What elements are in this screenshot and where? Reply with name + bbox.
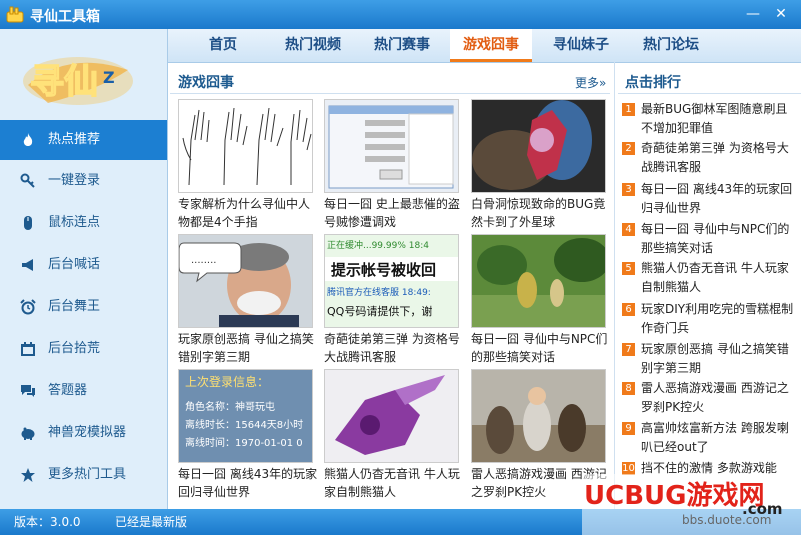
rank-number: 3 bbox=[622, 183, 635, 196]
svg-text:寻仙: 寻仙 bbox=[30, 62, 98, 102]
rank-text[interactable]: 奇葩徒弟第三弹 为资格号大战腾讯客服 bbox=[641, 139, 797, 177]
svg-text:........: ........ bbox=[191, 255, 216, 266]
svg-text:离线时长：15644天8小时: 离线时长：15644天8小时 bbox=[185, 418, 303, 431]
rank-text[interactable]: 高富帅炫富新方法 跨服发喇叭已经out了 bbox=[641, 419, 797, 457]
card-caption[interactable]: 熊猫人仍杳无音讯 牛人玩家自制熊猫人 bbox=[324, 465, 464, 501]
window-title: 寻仙工具箱 bbox=[30, 9, 100, 25]
card-caption[interactable]: 每日一囧 寻仙中与NPC们的那些搞笑对话 bbox=[471, 330, 611, 366]
sidebar-item-label: 一键登录 bbox=[48, 173, 101, 188]
sidebar-item-label: 更多热门工具 bbox=[48, 467, 127, 482]
card-caption[interactable]: 玩家原创恶搞 寻仙之搞笑错别字第三期 bbox=[178, 330, 318, 366]
tab-hot-videos[interactable]: 热门视频 bbox=[272, 29, 354, 62]
card-thumbnail[interactable]: 上次登录信息： 角色名称：神哥玩屯 离线时长：15644天8小时 离线时间：19… bbox=[178, 369, 313, 463]
close-button[interactable]: ✕ bbox=[770, 4, 792, 24]
card-thumbnail[interactable] bbox=[471, 234, 606, 328]
sidebar-item-login[interactable]: 一键登录 bbox=[0, 161, 167, 201]
card-caption[interactable]: 专家解析为什么寻仙中人物都是4个手指 bbox=[178, 195, 318, 231]
tab-girls[interactable]: 寻仙妹子 bbox=[540, 29, 622, 62]
svg-text:提示帐号被收回: 提示帐号被收回 bbox=[331, 261, 436, 279]
sidebar-item-label: 答题器 bbox=[48, 383, 88, 398]
rank-number: 9 bbox=[622, 422, 635, 435]
sidebar-item-scavenge[interactable]: 后台拾荒 bbox=[0, 329, 167, 369]
rank-number: 6 bbox=[622, 303, 635, 316]
tab-hot-events[interactable]: 热门赛事 bbox=[361, 29, 443, 62]
svg-text:上次登录信息：: 上次登录信息： bbox=[185, 374, 269, 389]
rank-text[interactable]: 每日一囧 寻仙中与NPC们的那些搞笑对话 bbox=[641, 220, 797, 258]
rank-text[interactable]: 雷人恶搞游戏漫画 西游记之罗刹PK控火 bbox=[641, 379, 797, 417]
card-thumbnail[interactable]: ........ bbox=[178, 234, 313, 328]
card-thumbnail[interactable] bbox=[471, 369, 606, 463]
svg-text:.com: .com bbox=[742, 500, 783, 518]
calendar-icon bbox=[21, 342, 35, 356]
sidebar-item-more-tools[interactable]: 更多热门工具 bbox=[0, 455, 167, 495]
rank-number: 7 bbox=[622, 343, 635, 356]
rank-number: 1 bbox=[622, 103, 635, 116]
minimize-button[interactable]: — bbox=[742, 4, 764, 24]
sidebar-item-shout[interactable]: 后台喊话 bbox=[0, 245, 167, 285]
star-icon bbox=[21, 468, 35, 482]
app-logo-icon bbox=[6, 6, 24, 23]
section-title: 游戏囧事 bbox=[178, 75, 234, 91]
rank-number: 8 bbox=[622, 382, 635, 395]
ranking-divider bbox=[618, 93, 801, 94]
update-status-text: 已经是最新版 bbox=[115, 515, 188, 529]
sidebar-item-mouse[interactable]: 鼠标连点 bbox=[0, 203, 167, 243]
svg-text:腾讯官方在线客服 18:49:: 腾讯官方在线客服 18:49: bbox=[327, 286, 431, 298]
card-thumbnail[interactable] bbox=[178, 99, 313, 193]
flame-icon bbox=[23, 133, 33, 146]
rank-text[interactable]: 最新BUG御林军图随意刷且不增加犯罪值 bbox=[641, 100, 797, 138]
sidebar-item-pet-sim[interactable]: 神兽宠模拟器 bbox=[0, 413, 167, 453]
sidebar-item-hot[interactable]: 热点推荐 bbox=[0, 120, 167, 160]
megaphone-icon bbox=[22, 259, 33, 271]
key-icon bbox=[20, 173, 35, 188]
ranking-title: 点击排行 bbox=[625, 75, 681, 91]
card-thumbnail[interactable] bbox=[324, 369, 459, 463]
card-thumbnail[interactable] bbox=[471, 99, 606, 193]
tab-home[interactable]: 首页 bbox=[188, 29, 258, 62]
sidebar-item-label: 热点推荐 bbox=[48, 132, 101, 147]
pig-icon bbox=[21, 427, 35, 440]
svg-text:UCBUG游戏网: UCBUG游戏网 bbox=[584, 481, 764, 511]
card-thumbnail[interactable] bbox=[324, 99, 459, 193]
tab-game-funny[interactable]: 游戏囧事 bbox=[450, 29, 532, 62]
watermark-logo: UCBUG游戏网 bbs.duote.com .com bbox=[582, 474, 801, 535]
svg-text:离线时间：1970-01-01 0: 离线时间：1970-01-01 0 bbox=[185, 436, 303, 449]
svg-text:QQ号码请提供下，谢: QQ号码请提供下，谢 bbox=[327, 304, 432, 318]
card-caption[interactable]: 奇葩徒弟第三弹 为资格号大战腾讯客服 bbox=[324, 330, 464, 366]
tab-forum[interactable]: 热门论坛 bbox=[630, 29, 712, 62]
card-caption[interactable]: 每日一囧 史上最悲催的盗号贼惨遭调戏 bbox=[324, 195, 464, 231]
rank-text[interactable]: 熊猫人仍杳无音讯 牛人玩家自制熊猫人 bbox=[641, 259, 797, 297]
rank-text[interactable]: 玩家原创恶搞 寻仙之搞笑错别字第三期 bbox=[641, 340, 797, 378]
sidebar-item-label: 后台拾荒 bbox=[48, 341, 101, 356]
version-text: 版本：3.0.0 bbox=[14, 515, 81, 529]
rank-number: 5 bbox=[622, 262, 635, 275]
sidebar-item-dance[interactable]: 后台舞王 bbox=[0, 287, 167, 327]
chat-icon bbox=[21, 385, 35, 397]
alarm-clock-icon bbox=[20, 299, 36, 315]
card-thumbnail[interactable]: 正在缓冲...99.99% 18:4 提示帐号被收回 腾讯官方在线客服 18:4… bbox=[324, 234, 459, 328]
sidebar: 寻仙 Z 热点推荐 一键登录 鼠标连点 后台喊话 后台舞王 后台拾荒 答题器 神… bbox=[0, 29, 168, 509]
sidebar-item-label: 鼠标连点 bbox=[48, 215, 101, 230]
rank-number: 4 bbox=[622, 223, 635, 236]
svg-text:角色名称：神哥玩屯: 角色名称：神哥玩屯 bbox=[185, 400, 275, 413]
panel-divider bbox=[614, 62, 615, 509]
more-link[interactable]: 更多» bbox=[575, 74, 606, 91]
rank-text[interactable]: 每日一囧 离线43年的玩家回归寻仙世界 bbox=[641, 180, 797, 218]
rank-number: 2 bbox=[622, 142, 635, 155]
svg-text:正在缓冲...99.99% 18:4: 正在缓冲...99.99% 18:4 bbox=[327, 239, 429, 251]
card-caption[interactable]: 每日一囧 离线43年的玩家回归寻仙世界 bbox=[178, 465, 318, 501]
title-bar: 寻仙工具箱 — ✕ bbox=[0, 0, 801, 29]
mouse-icon bbox=[24, 216, 32, 230]
sidebar-item-quiz[interactable]: 答题器 bbox=[0, 371, 167, 411]
sidebar-item-label: 后台舞王 bbox=[48, 299, 101, 314]
sidebar-item-label: 神兽宠模拟器 bbox=[48, 425, 127, 440]
section-divider bbox=[170, 93, 610, 94]
svg-text:Z: Z bbox=[103, 68, 115, 87]
sidebar-item-label: 后台喊话 bbox=[48, 257, 101, 272]
rank-text[interactable]: 玩家DIY利用吃完的雪糕棍制作奇门兵 bbox=[641, 300, 797, 338]
tab-bar: 首页 热门视频 热门赛事 游戏囧事 寻仙妹子 热门论坛 bbox=[168, 29, 801, 63]
game-logo: 寻仙 Z bbox=[23, 57, 133, 105]
card-caption[interactable]: 白骨洞惊现致命的BUG竟然卡到了外星球 bbox=[471, 195, 611, 231]
